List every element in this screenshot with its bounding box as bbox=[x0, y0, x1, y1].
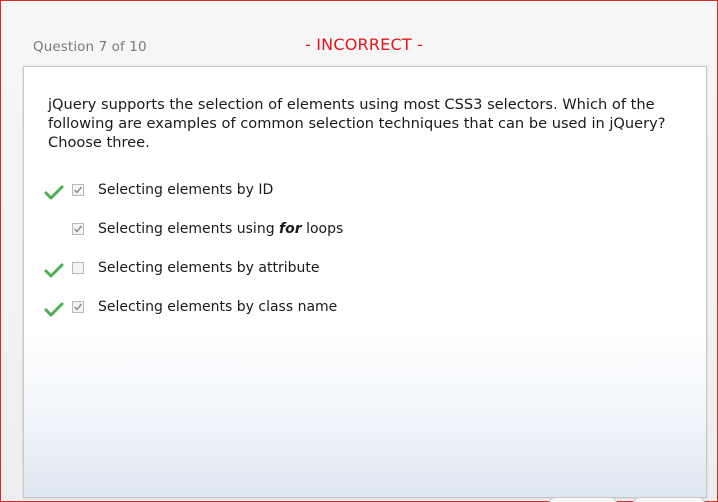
question-counter: Question 7 of 10 bbox=[33, 39, 147, 55]
question-text: jQuery supports the selection of element… bbox=[48, 96, 666, 151]
answer-checkbox[interactable] bbox=[72, 262, 84, 274]
quiz-header: Question 7 of 10 - INCORRECT - bbox=[1, 1, 717, 65]
answer-option-label: Selecting elements by class name bbox=[98, 299, 338, 315]
answer-checkbox[interactable] bbox=[72, 301, 84, 313]
answer-option[interactable]: Selecting elements by class name bbox=[24, 297, 706, 319]
quiz-window-frame: Question 7 of 10 - INCORRECT - jQuery su… bbox=[0, 0, 718, 502]
answer-checkbox[interactable] bbox=[72, 184, 84, 196]
answer-option[interactable]: Selecting elements by attribute bbox=[24, 258, 706, 280]
correct-answer-check-icon bbox=[44, 301, 64, 317]
answer-option-label: Selecting elements by ID bbox=[98, 182, 274, 198]
answer-option-label: Selecting elements using for loops bbox=[98, 221, 344, 237]
footer-tab[interactable] bbox=[549, 497, 617, 502]
footer-tab[interactable] bbox=[633, 497, 705, 502]
result-status: - INCORRECT - bbox=[305, 35, 424, 54]
correct-answer-check-icon bbox=[44, 262, 64, 278]
question-panel: jQuery supports the selection of element… bbox=[23, 66, 707, 498]
answer-option[interactable]: Selecting elements using for loops bbox=[24, 219, 706, 241]
answer-checkbox[interactable] bbox=[72, 223, 84, 235]
correct-answer-check-icon bbox=[44, 184, 64, 200]
answer-option-label: Selecting elements by attribute bbox=[98, 260, 320, 276]
answer-option[interactable]: Selecting elements by ID bbox=[24, 180, 706, 202]
